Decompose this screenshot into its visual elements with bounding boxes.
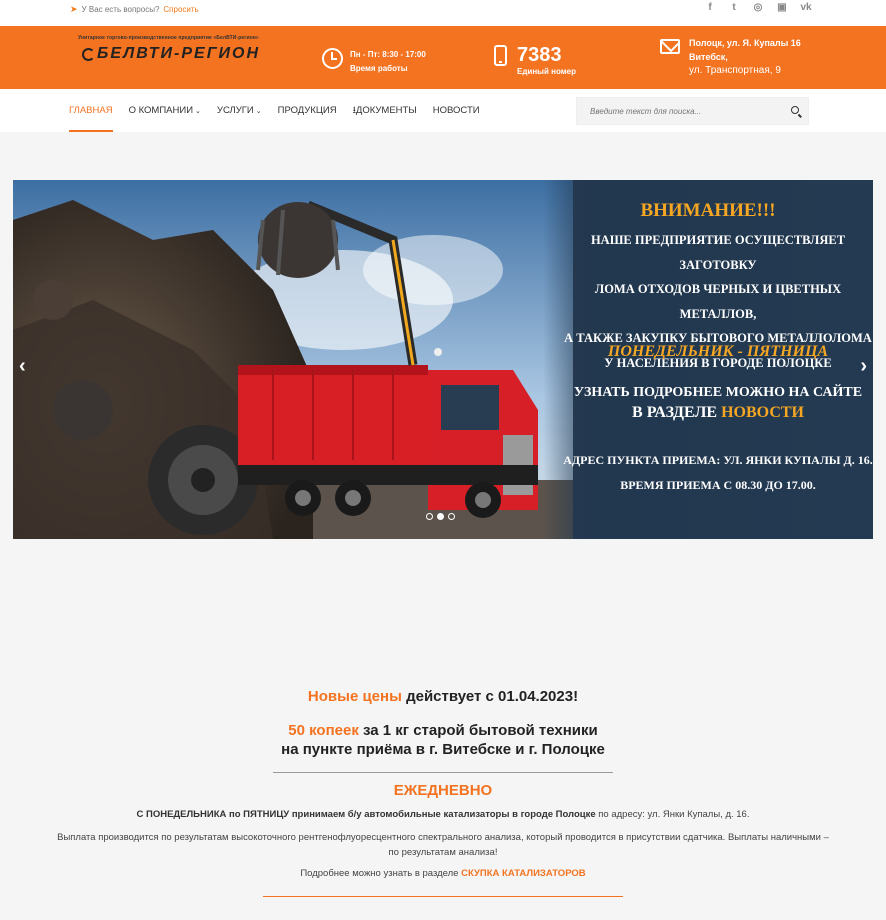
search-box <box>576 97 809 125</box>
logo-subtitle: Унитарное торгово-производственное предп… <box>78 35 259 41</box>
chevron-down-icon: ⌄ <box>255 108 262 115</box>
search-input[interactable] <box>577 98 777 124</box>
hero-slider: ВНИМАНИЕ!!! НАШЕ ПРЕДПРИЯТИЕ ОСУЩЕСТВЛЯЕ… <box>13 180 873 539</box>
slider-dot[interactable] <box>448 513 455 520</box>
envelope-icon <box>660 39 680 54</box>
address-line-3: ул. Транспортная, 9 <box>689 65 781 76</box>
working-hours: Пн - Пт: 8:30 - 17:00 Время работы <box>322 48 426 76</box>
instagram-icon[interactable]: ▣ <box>776 2 788 13</box>
mobile-phone-icon <box>494 45 507 66</box>
catalyst-paragraph: С ПОНЕДЕЛЬНИКА по ПЯТНИЦУ принимаем б/у … <box>136 809 750 820</box>
daily-heading: ЕЖЕДНЕВНО <box>393 782 493 799</box>
catalyst-purchase-link[interactable]: СКУПКА КАТАЛИЗАТОРОВ <box>461 868 586 879</box>
slider-dot-active[interactable] <box>437 513 444 520</box>
address-line-2: Витебск, <box>689 52 728 62</box>
slider-dot[interactable] <box>426 513 433 520</box>
twitter-icon[interactable]: t <box>728 2 740 13</box>
nav-item-news[interactable]: НОВОСТИ <box>433 89 480 132</box>
slide-body-line: НАШЕ ПРЕДПРИЯТИЕ ОСУЩЕСТВЛЯЕТ ЗАГОТОВКУ <box>590 233 846 272</box>
top-bar: ➤ У Вас есть вопросы? Спросить f t ◎ ▣ v… <box>0 0 886 26</box>
logo-mark-icon <box>82 47 95 61</box>
question-line: ➤ У Вас есть вопросы? Спросить <box>70 4 199 15</box>
dribbble-icon[interactable]: ◎ <box>752 2 764 13</box>
prices-heading: Новые цены действует с 01.04.2023! <box>307 688 579 705</box>
phone-number[interactable]: 7383 <box>517 43 576 67</box>
address-block: Полоцк, ул. Я. Купалы 16 Витебск, ул. Тр… <box>660 36 801 78</box>
more-info-paragraph: Подробнее можно узнать в разделе СКУПКА … <box>300 868 586 879</box>
slide-address: АДРЕС ПУНКТА ПРИЕМА: УЛ. ЯНКИ КУПАЛЫ Д. … <box>563 453 873 492</box>
logo-text: БЕЛВТИ-РЕГИОН <box>97 45 261 62</box>
slider-next-arrow-icon[interactable]: › <box>860 355 867 378</box>
offer-heading: 50 копеек за 1 кг старой бытовой техники… <box>281 722 605 758</box>
slide-text-panel: ВНИМАНИЕ!!! НАШЕ ПРЕДПРИЯТИЕ ОСУЩЕСТВЛЯЕ… <box>543 180 873 539</box>
facebook-icon[interactable]: f <box>704 2 716 13</box>
slide-title: ВНИМАНИЕ!!! <box>640 200 776 221</box>
hours-value: Пн - Пт: 8:30 - 17:00 <box>350 50 426 59</box>
phone-block: 7383 Единый номер <box>494 43 576 76</box>
slide-image-truck-scrap <box>13 180 573 539</box>
payment-paragraph: Выплата производится по результатам высо… <box>57 832 829 858</box>
slide-news-link[interactable]: НОВОСТИ <box>721 404 804 421</box>
vk-icon[interactable]: vk <box>800 2 812 13</box>
slide-body-line: ЛОМА ОТХОДОВ ЧЕРНЫХ И ЦВЕТНЫХ МЕТАЛЛОВ, <box>594 282 842 321</box>
nav-item-about[interactable]: О КОМПАНИИ ⌄ <box>129 89 201 132</box>
clock-icon <box>322 48 343 69</box>
slider-prev-arrow-icon[interactable]: ‹ <box>19 355 26 378</box>
slide-more-info: УЗНАТЬ ПОДРОБНЕЕ МОЖНО НА САЙТЕ В РАЗДЕЛ… <box>573 385 863 421</box>
slide-days: ПОНЕДЕЛЬНИК - ПЯТНИЦА <box>607 343 829 360</box>
divider <box>273 772 613 773</box>
nav-item-products[interactable]: ПРОДУКЦИЯ <box>278 89 337 132</box>
address-line-1: Полоцк, ул. Я. Купалы 16 <box>689 38 801 48</box>
hours-label: Время работы <box>350 64 408 73</box>
orange-divider <box>263 896 623 897</box>
site-header: Унитарное торгово-производственное предп… <box>0 26 886 89</box>
chevron-down-icon: ⌄ <box>195 108 201 115</box>
nav-item-home[interactable]: ГЛАВНАЯ <box>69 89 113 132</box>
social-links: f t ◎ ▣ vk <box>704 2 812 13</box>
question-text: У Вас есть вопросы? <box>81 5 160 14</box>
main-content: Новые цены действует с 01.04.2023! 50 ко… <box>0 688 886 897</box>
slider-dots <box>426 513 455 520</box>
phone-label: Единый номер <box>517 67 577 76</box>
search-icon[interactable] <box>791 106 799 114</box>
paper-plane-icon: ➤ <box>70 4 78 14</box>
logo[interactable]: БЕЛВТИ-РЕГИОН <box>82 45 260 63</box>
ask-link[interactable]: Спросить <box>163 5 198 14</box>
nav-item-documents[interactable]: ⭳ДОКУМЕНТЫ <box>353 89 417 132</box>
nav-item-services[interactable]: УСЛУГИ ⌄ <box>217 89 262 132</box>
